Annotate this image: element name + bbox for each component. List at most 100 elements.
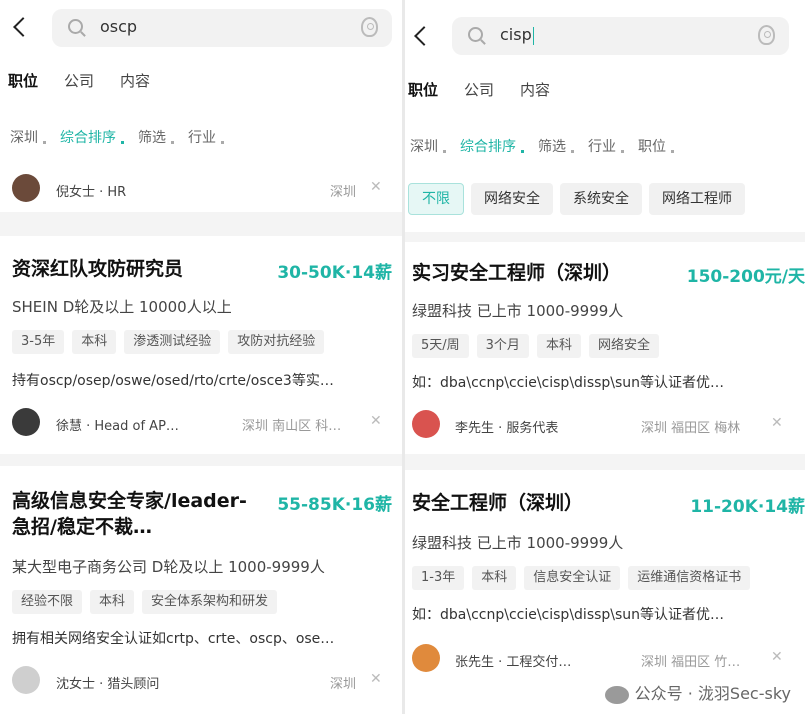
watermark-text: 公众号 · 泷羽Sec-sky bbox=[634, 684, 791, 703]
tab-jobs[interactable]: 职位 bbox=[408, 81, 438, 99]
category-chips: 不限 网络安全 系统安全 网络工程师 bbox=[408, 183, 752, 215]
screen: oscp 职位 公司 内容 深圳 综合排序 筛选 行业 倪女士 · HR 深圳 ✕ 资深红… bbox=[0, 0, 805, 714]
camera-icon[interactable] bbox=[758, 25, 775, 45]
watermark: 公众号 · 泷羽Sec-sky bbox=[604, 680, 791, 704]
job-tag: 信息安全认证 bbox=[524, 566, 621, 590]
avatar bbox=[12, 174, 40, 202]
search-query[interactable]: cisp bbox=[500, 25, 534, 45]
search-icon bbox=[468, 27, 483, 42]
job-location: 深圳 南山区 科… bbox=[242, 419, 342, 434]
job-card[interactable]: 资深红队攻防研究员 30-50K·14薪 SHEIN D轮及以上 10000人以… bbox=[0, 236, 402, 454]
avatar bbox=[12, 408, 40, 436]
job-tags: 1-3年 本科 信息安全认证 运维通信资格证书 bbox=[412, 566, 758, 590]
filter-sort[interactable]: 综合排序 bbox=[60, 130, 116, 146]
tab-companies[interactable]: 公司 bbox=[64, 72, 94, 90]
chip-system-security[interactable]: 系统安全 bbox=[560, 183, 642, 215]
filter-screen[interactable]: 筛选 bbox=[138, 130, 166, 146]
close-icon[interactable]: ✕ bbox=[771, 649, 783, 665]
job-tag: 3-5年 bbox=[12, 330, 65, 354]
job-tag: 运维通信资格证书 bbox=[628, 566, 751, 590]
camera-icon[interactable] bbox=[361, 17, 378, 37]
back-arrow-icon[interactable] bbox=[13, 17, 33, 37]
job-salary: 11-20K·14薪 bbox=[690, 497, 805, 517]
filter-screen[interactable]: 筛选 bbox=[538, 139, 566, 155]
hr-row[interactable]: 倪女士 · HR 深圳 ✕ bbox=[0, 164, 402, 212]
chip-network-security[interactable]: 网络安全 bbox=[471, 183, 553, 215]
text-caret bbox=[532, 26, 534, 45]
filter-city[interactable]: 深圳 bbox=[10, 130, 38, 146]
filter-position[interactable]: 职位 bbox=[638, 139, 666, 155]
job-tag: 攻防对抗经验 bbox=[228, 330, 325, 354]
job-card[interactable]: 安全工程师（深圳） 11-20K·14薪 绿盟科技 已上市 1000-9999人… bbox=[405, 470, 805, 714]
close-icon[interactable]: ✕ bbox=[370, 179, 382, 195]
left-search-panel: oscp 职位 公司 内容 深圳 综合排序 筛选 行业 倪女士 · HR 深圳 ✕ 资深红… bbox=[0, 0, 402, 714]
job-tags: 5天/周 3个月 本科 网络安全 bbox=[412, 334, 667, 358]
job-salary: 55-85K·16薪 bbox=[277, 495, 392, 515]
close-icon[interactable]: ✕ bbox=[771, 415, 783, 431]
job-card[interactable]: 实习安全工程师（深圳） 150-200元/天 绿盟科技 已上市 1000-999… bbox=[405, 242, 805, 454]
job-card[interactable]: 高级信息安全专家/leader-急招/稳定不裁… 55-85K·16薪 某大型电… bbox=[0, 466, 402, 714]
left-filters: 深圳 综合排序 筛选 行业 bbox=[10, 127, 238, 147]
tab-companies[interactable]: 公司 bbox=[464, 81, 494, 99]
right-header: cisp 职位 公司 内容 深圳 综合排序 筛选 行业 职位 不限 网络安全 系统安全 网络工程师 bbox=[405, 0, 805, 232]
recruiter-name: 李先生 · 服务代表 bbox=[455, 421, 559, 436]
right-tabs: 职位 公司 内容 bbox=[408, 79, 576, 100]
job-salary: 30-50K·14薪 bbox=[277, 263, 392, 283]
close-icon[interactable]: ✕ bbox=[370, 413, 382, 429]
search-query[interactable]: oscp bbox=[100, 17, 137, 36]
job-title: 安全工程师（深圳） bbox=[412, 492, 584, 514]
job-company: 绿盟科技 已上市 1000-9999人 bbox=[412, 302, 624, 320]
avatar bbox=[412, 410, 440, 438]
back-arrow-icon[interactable] bbox=[414, 26, 434, 46]
job-location: 深圳 福田区 梅林 bbox=[641, 421, 741, 436]
job-location: 深圳 bbox=[330, 677, 357, 692]
job-tag: 本科 bbox=[472, 566, 517, 590]
job-salary: 150-200元/天 bbox=[686, 267, 805, 287]
filter-city[interactable]: 深圳 bbox=[410, 139, 438, 155]
filter-industry[interactable]: 行业 bbox=[188, 130, 216, 146]
recruiter-name: 沈女士 · 猎头顾问 bbox=[56, 677, 160, 692]
job-description: 如：dba\ccnp\ccie\cisp\dissp\sun等认证者优… bbox=[412, 375, 725, 391]
close-icon[interactable]: ✕ bbox=[370, 671, 382, 687]
job-location: 深圳 福田区 竹… bbox=[641, 655, 741, 670]
job-title: 实习安全工程师（深圳） bbox=[412, 262, 622, 284]
search-query-text: cisp bbox=[500, 25, 532, 44]
avatar bbox=[12, 666, 40, 694]
chip-all[interactable]: 不限 bbox=[408, 183, 464, 215]
job-company: 绿盟科技 已上市 1000-9999人 bbox=[412, 534, 624, 552]
job-tag: 安全体系架构和研发 bbox=[142, 590, 278, 614]
job-description: 如：dba\ccnp\ccie\cisp\dissp\sun等认证者优… bbox=[412, 607, 725, 623]
avatar bbox=[412, 644, 440, 672]
job-tag: 网络安全 bbox=[588, 334, 659, 358]
chip-network-engineer[interactable]: 网络工程师 bbox=[649, 183, 745, 215]
right-search-box[interactable]: cisp bbox=[452, 17, 789, 55]
job-tag: 1-3年 bbox=[412, 566, 465, 590]
job-tags: 3-5年 本科 渗透测试经验 攻防对抗经验 bbox=[12, 330, 332, 354]
job-company: SHEIN D轮及以上 10000人以上 bbox=[12, 298, 232, 316]
job-tag: 本科 bbox=[72, 330, 117, 354]
tab-jobs[interactable]: 职位 bbox=[8, 72, 38, 90]
job-description: 持有oscp/osep/oswe/osed/rto/crte/osce3等实… bbox=[12, 373, 334, 389]
search-icon bbox=[68, 19, 83, 34]
job-tag: 本科 bbox=[90, 590, 135, 614]
left-tabs: 职位 公司 内容 bbox=[8, 70, 176, 91]
filter-sort[interactable]: 综合排序 bbox=[460, 139, 516, 155]
left-search-box[interactable]: oscp bbox=[52, 9, 392, 47]
wechat-icon bbox=[604, 685, 629, 704]
recruiter-name: 张先生 · 工程交付… bbox=[455, 655, 572, 670]
job-description: 拥有相关网络安全认证如crtp、crte、oscp、ose… bbox=[12, 631, 335, 647]
job-tag: 渗透测试经验 bbox=[124, 330, 221, 354]
job-title: 高级信息安全专家/leader-急招/稳定不裁… bbox=[12, 490, 247, 538]
tab-content[interactable]: 内容 bbox=[520, 81, 550, 99]
tab-content[interactable]: 内容 bbox=[120, 72, 150, 90]
job-title: 资深红队攻防研究员 bbox=[12, 258, 184, 280]
job-tags: 经验不限 本科 安全体系架构和研发 bbox=[12, 590, 285, 614]
job-company: 某大型电子商务公司 D轮及以上 1000-9999人 bbox=[12, 558, 325, 576]
filter-industry[interactable]: 行业 bbox=[588, 139, 616, 155]
hr-location: 深圳 bbox=[330, 185, 357, 200]
right-filters: 深圳 综合排序 筛选 行业 职位 bbox=[410, 136, 688, 156]
job-tag: 本科 bbox=[536, 334, 581, 358]
job-tag: 5天/周 bbox=[412, 334, 469, 358]
job-tag: 3个月 bbox=[476, 334, 529, 358]
right-search-panel: cisp 职位 公司 内容 深圳 综合排序 筛选 行业 职位 不限 网络安全 系统安全 网络工程师… bbox=[405, 0, 805, 714]
